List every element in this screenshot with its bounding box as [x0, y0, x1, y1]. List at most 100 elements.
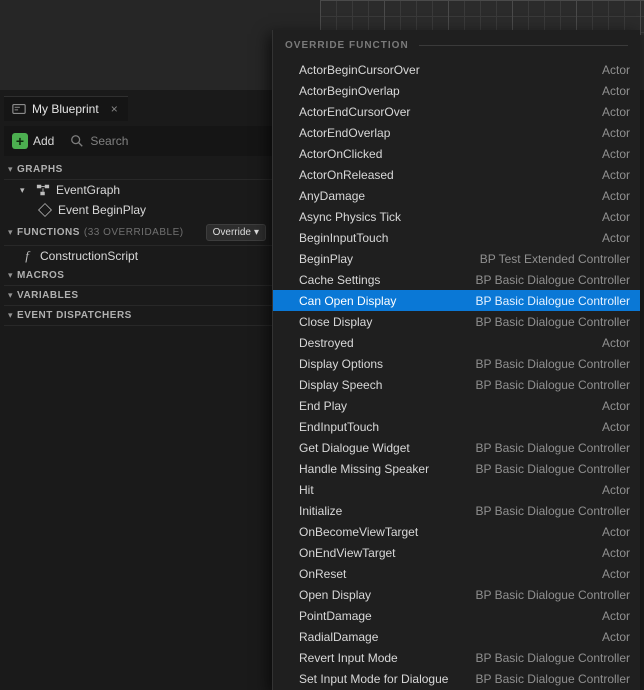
override-function-item[interactable]: OnEndViewTargetActor [273, 542, 640, 563]
override-function-label: Get Dialogue Widget [299, 441, 410, 455]
my-blueprint-toolbar: + Add [4, 126, 274, 156]
override-function-source: Actor [602, 105, 630, 119]
override-function-label: Set Input Mode for Dialogue [299, 672, 448, 686]
override-function-label: ActorBeginOverlap [299, 84, 400, 98]
override-function-item[interactable]: PointDamage Actor [273, 605, 640, 626]
override-function-item[interactable]: Handle Missing Speaker BP Basic Dialogue … [273, 458, 640, 479]
override-function-item[interactable]: Display SpeechBP Basic Dialogue Controll… [273, 374, 640, 395]
override-function-source: BP Basic Dialogue Controller [475, 462, 630, 476]
override-button[interactable]: Override ▾ [206, 224, 266, 241]
override-function-label: Revert Input Mode [299, 651, 398, 665]
override-function-label: OnBecomeViewTarget [299, 525, 418, 539]
chevron-down-icon: ▾ [8, 270, 13, 281]
chevron-down-icon: ▾ [8, 164, 13, 175]
override-function-label: Async Physics Tick [299, 210, 401, 224]
override-function-label: BeginInputTouch [299, 231, 388, 245]
override-function-source: BP Test Extended Controller [480, 252, 630, 266]
override-function-item[interactable]: Set Input Mode for Dialogue BP Basic Dial… [273, 668, 640, 689]
override-function-item[interactable]: Open DisplayBP Basic Dialogue Controller [273, 584, 640, 605]
override-function-label: Handle Missing Speaker [299, 462, 429, 476]
override-function-source: Actor [602, 126, 630, 140]
section-title: VARIABLES [17, 290, 79, 301]
override-function-label: Destroyed [299, 336, 354, 350]
override-function-label: Can Open Display [299, 294, 396, 308]
tab-close-icon[interactable]: × [111, 102, 118, 116]
section-header-functions[interactable]: ▾ FUNCTIONS (33 OVERRIDABLE) Override ▾ [4, 220, 272, 246]
override-function-item[interactable]: ActorOnClicked Actor [273, 143, 640, 164]
override-function-label: OnReset [299, 567, 346, 581]
override-function-source: Actor [602, 567, 630, 581]
override-function-item[interactable]: OnBecomeViewTarget Actor [273, 521, 640, 542]
section-title: FUNCTIONS [17, 227, 80, 238]
override-function-item[interactable]: ActorBeginOverlap Actor [273, 80, 640, 101]
override-function-item[interactable]: Can Open DisplayBP Basic Dialogue Contro… [273, 290, 640, 311]
function-construction-script[interactable]: f ConstructionScript [4, 246, 272, 266]
override-function-label: End Play [299, 399, 347, 413]
override-function-item[interactable]: Revert Input ModeBP Basic Dialogue Contr… [273, 647, 640, 668]
override-function-source: BP Basic Dialogue Controller [475, 672, 630, 686]
section-title: EVENT DISPATCHERS [17, 310, 132, 321]
override-function-item[interactable]: RadialDamageActor [273, 626, 640, 647]
chevron-down-icon: ▾ [8, 290, 13, 301]
section-header-variables[interactable]: ▾ VARIABLES [4, 286, 272, 306]
section-header-graphs[interactable]: ▾ GRAPHS [4, 160, 272, 180]
override-function-label: BeginPlay [299, 252, 353, 266]
dropdown-header: OVERRIDE FUNCTION [273, 30, 640, 59]
override-function-source: Actor [602, 84, 630, 98]
override-function-source: Actor [602, 210, 630, 224]
chevron-down-icon: ▾ [20, 185, 30, 196]
override-function-item[interactable]: Get Dialogue Widget BP Basic Dialogue Con… [273, 437, 640, 458]
override-function-item[interactable]: OnReset Actor [273, 563, 640, 584]
override-function-item[interactable]: EndInputTouchActor [273, 416, 640, 437]
override-function-item[interactable]: Destroyed Actor [273, 332, 640, 353]
override-function-item[interactable]: BeginInputTouchActor [273, 227, 640, 248]
dropdown-header-title: OVERRIDE FUNCTION [285, 40, 409, 51]
tab-my-blueprint[interactable]: My Blueprint × [4, 96, 128, 121]
override-function-source: Actor [602, 630, 630, 644]
override-function-item[interactable]: BeginPlay BP Test Extended Controller [273, 248, 640, 269]
override-function-item[interactable]: ActorOnReleasedActor [273, 164, 640, 185]
override-function-item[interactable]: Close DisplayBP Basic Dialogue Controlle… [273, 311, 640, 332]
override-function-label: PointDamage [299, 609, 372, 623]
override-function-label: ActorOnClicked [299, 147, 382, 161]
override-function-item[interactable]: ActorEndCursorOver Actor [273, 101, 640, 122]
override-function-source: Actor [602, 168, 630, 182]
override-function-item[interactable]: AnyDamageActor [273, 185, 640, 206]
override-function-source: BP Basic Dialogue Controller [475, 441, 630, 455]
add-button-label: Add [33, 134, 54, 148]
override-function-source: BP Basic Dialogue Controller [475, 378, 630, 392]
override-function-source: Actor [602, 336, 630, 350]
override-function-item[interactable]: ActorBeginCursorOverActor [273, 59, 640, 80]
override-function-item[interactable]: Async Physics Tick Actor [273, 206, 640, 227]
override-function-item[interactable]: InitializeBP Basic Dialogue Controller [273, 500, 640, 521]
override-function-item[interactable]: End Play Actor [273, 395, 640, 416]
blueprint-icon [12, 102, 26, 116]
override-function-source: Actor [602, 147, 630, 161]
graph-eventgraph[interactable]: ▾ EventGraph [4, 180, 272, 200]
divider [419, 45, 628, 46]
override-function-source: Actor [602, 399, 630, 413]
search-input[interactable] [90, 134, 270, 148]
section-header-event-dispatchers[interactable]: ▾ EVENT DISPATCHERS [4, 306, 272, 326]
override-function-item[interactable]: ActorEndOverlap Actor [273, 122, 640, 143]
override-function-dropdown: OVERRIDE FUNCTION ActorBeginCursorOverAc… [272, 30, 640, 690]
event-beginplay[interactable]: Event BeginPlay [4, 200, 272, 220]
override-function-label: EndInputTouch [299, 420, 379, 434]
override-function-source: Actor [602, 63, 630, 77]
override-function-label: ActorEndCursorOver [299, 105, 410, 119]
override-function-item[interactable]: Display OptionsBP Basic Dialogue Control… [273, 353, 640, 374]
override-function-source: Actor [602, 609, 630, 623]
event-graph-icon [36, 183, 50, 197]
override-function-label: ActorEndOverlap [299, 126, 390, 140]
section-title: GRAPHS [17, 164, 63, 175]
add-button[interactable]: + Add [8, 129, 62, 153]
tab-title: My Blueprint [32, 102, 99, 116]
my-blueprint-panel: ▾ GRAPHS ▾ EventGraph Event BeginPlay ▾ … [4, 160, 272, 690]
tree-label: EventGraph [56, 183, 120, 197]
dropdown-list: ActorBeginCursorOverActorActorBeginOverl… [273, 59, 640, 689]
section-header-macros[interactable]: ▾ MACROS [4, 266, 272, 286]
override-function-source: Actor [602, 525, 630, 539]
override-function-item[interactable]: HitActor [273, 479, 640, 500]
override-function-item[interactable]: Cache SettingsBP Basic Dialogue Controll… [273, 269, 640, 290]
override-function-label: Close Display [299, 315, 372, 329]
